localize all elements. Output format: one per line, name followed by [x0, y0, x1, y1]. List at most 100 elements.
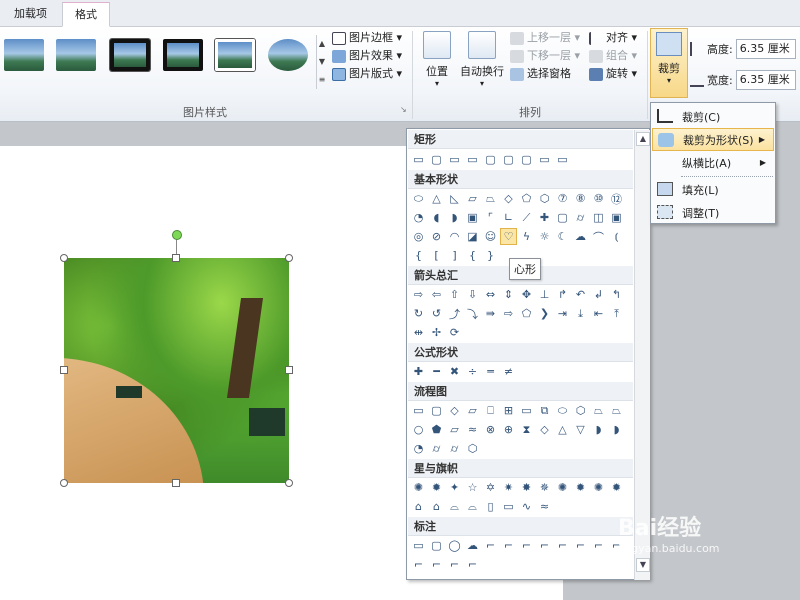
left-arrow-callout-shape[interactable]: ⇤ [590, 305, 607, 322]
picture-effects-button[interactable]: 图片效果 ▾ [332, 47, 402, 65]
triangle-shape[interactable]: △ [428, 190, 445, 207]
resize-handle[interactable] [285, 479, 293, 487]
dodecagon-shape[interactable]: ⑫ [608, 190, 625, 207]
quad-arrow-shape[interactable]: ✥ [518, 286, 535, 303]
line-callout-4-shape[interactable]: ⌐ [536, 537, 553, 554]
resize-handle[interactable] [60, 479, 68, 487]
left-brace-shape[interactable]: { [464, 247, 481, 264]
striped-right-arrow-shape[interactable]: ⇛ [482, 305, 499, 322]
chord-shape[interactable]: ◖ [428, 209, 445, 226]
resize-handle[interactable] [172, 254, 180, 262]
diagonal-stripe-shape[interactable]: ⟋ [518, 209, 535, 226]
star-4-shape[interactable]: ✦ [446, 479, 463, 496]
equal-shape[interactable]: ═ [482, 363, 499, 380]
decagon-shape[interactable]: ⑩ [590, 190, 607, 207]
punched-tape-shape[interactable]: ≈ [464, 421, 481, 438]
left-right-arrow-shape[interactable]: ⇔ [482, 286, 499, 303]
trapezoid-shape[interactable]: ⏢ [482, 190, 499, 207]
hexagon-shape[interactable]: ⬡ [536, 190, 553, 207]
rounded-callout-shape[interactable]: ▢ [428, 537, 445, 554]
chevron-shape[interactable]: ❯ [536, 305, 553, 322]
star-10-shape[interactable]: ✵ [536, 479, 553, 496]
line-callout-6-shape[interactable]: ⌐ [572, 537, 589, 554]
manual-operation-shape[interactable]: ⏢ [608, 402, 625, 419]
extract-shape[interactable]: △ [554, 421, 571, 438]
not-equal-shape[interactable]: ≠ [500, 363, 517, 380]
arc-shape[interactable]: ⌒ [590, 228, 607, 245]
double-brace-shape[interactable]: { [410, 247, 427, 264]
line-callout-7-shape[interactable]: ⌐ [590, 537, 607, 554]
card-shape[interactable]: ▱ [446, 421, 463, 438]
picture-border-button[interactable]: 图片边框 ▾ [332, 29, 402, 47]
cloud-callout-shape[interactable]: ☁ [464, 537, 481, 554]
bring-forward-button[interactable]: 上移一层 ▾ [510, 29, 580, 47]
menu-item-crop-to-shape[interactable]: 裁剪为形状(S) ▶ [652, 128, 774, 151]
star-7-shape[interactable]: ✷ [500, 479, 517, 496]
no-symbol-shape[interactable]: ⊘ [428, 228, 445, 245]
line-callout-10-shape[interactable]: ⌐ [428, 556, 445, 573]
oval-shape[interactable]: ⬭ [410, 190, 427, 207]
menu-item-fit[interactable]: 调整(T) [652, 201, 774, 224]
predefined-process-shape[interactable]: ⎕ [482, 402, 499, 419]
resize-handle[interactable] [285, 254, 293, 262]
menu-item-aspect-ratio[interactable]: 纵横比(A) ▶ [652, 151, 774, 174]
rectangle-shape[interactable]: ▭ [536, 151, 553, 168]
frame-shape[interactable]: ▣ [464, 209, 481, 226]
plus-shape[interactable]: ✚ [410, 363, 427, 380]
right-arrow-shape[interactable]: ⇨ [410, 286, 427, 303]
rounded-rectangle-shape[interactable]: ▢ [428, 151, 445, 168]
pentagon-arrow-shape[interactable]: ⬠ [518, 305, 535, 322]
line-callout-12-shape[interactable]: ⌐ [464, 556, 481, 573]
right-bracket-shape[interactable]: ] [446, 247, 463, 264]
minus-shape[interactable]: ━ [428, 363, 445, 380]
internal-storage-shape[interactable]: ⊞ [500, 402, 517, 419]
pentagon-shape[interactable]: ⬠ [518, 190, 535, 207]
star-24-shape[interactable]: ✺ [590, 479, 607, 496]
star-32-shape[interactable]: ✹ [608, 479, 625, 496]
curved-right-arrow-shape[interactable]: ↻ [410, 305, 427, 322]
star-6-shape[interactable]: ✡ [482, 479, 499, 496]
send-backward-button[interactable]: 下移一层 ▾ [510, 47, 580, 65]
cross-shape[interactable]: ✚ [536, 209, 553, 226]
donut-shape[interactable]: ◎ [410, 228, 427, 245]
parallelogram-shape[interactable]: ▱ [464, 190, 481, 207]
magnetic-disk-shape[interactable]: ⌭ [428, 440, 445, 457]
off-page-connector-shape[interactable]: ⬟ [428, 421, 445, 438]
picture-style-3[interactable] [110, 39, 150, 71]
line-callout-3-shape[interactable]: ⌐ [518, 537, 535, 554]
bent-up-arrow-shape[interactable]: ↰ [608, 286, 625, 303]
tab-addins[interactable]: 加载项 [2, 2, 59, 27]
horizontal-scroll-shape[interactable]: ▭ [500, 498, 517, 515]
star-5-shape[interactable]: ☆ [464, 479, 481, 496]
curved-down-arrow-shape[interactable]: ⤵ [464, 305, 481, 322]
heart-shape[interactable]: ♡ [500, 228, 517, 245]
heptagon-shape[interactable]: ⑦ [554, 190, 571, 207]
delay-shape[interactable]: ◗ [608, 421, 625, 438]
decision-shape[interactable]: ◇ [446, 402, 463, 419]
alternate-process-shape[interactable]: ▢ [428, 402, 445, 419]
merge-shape[interactable]: ▽ [572, 421, 589, 438]
lightning-bolt-shape[interactable]: ϟ [518, 228, 535, 245]
resize-handle[interactable] [285, 366, 293, 374]
group-button[interactable]: 组合 ▾ [589, 47, 637, 65]
cloud-shape[interactable]: ☁ [572, 228, 589, 245]
crop-button[interactable]: 裁剪 ▾ [650, 28, 688, 98]
round-rectangle-shape[interactable]: ▢ [482, 151, 499, 168]
half-frame-shape[interactable]: ⌜ [482, 209, 499, 226]
wrap-text-button[interactable]: 自动换行 ▾ [456, 31, 508, 88]
picture-layout-button[interactable]: 图片版式 ▾ [332, 65, 402, 83]
snip-rectangle-shape[interactable]: ▭ [464, 151, 481, 168]
summing-junction-shape[interactable]: ⊗ [482, 421, 499, 438]
rotate-handle[interactable] [172, 230, 182, 240]
star-16-shape[interactable]: ✹ [572, 479, 589, 496]
block-arc-shape[interactable]: ◠ [446, 228, 463, 245]
scroll-up-icon[interactable]: ▲ [636, 132, 650, 146]
rotate-button[interactable]: 旋转 ▾ [589, 65, 637, 83]
left-right-arrow-callout-shape[interactable]: ⇹ [410, 324, 427, 341]
round-rectangle-shape[interactable]: ▢ [518, 151, 535, 168]
position-button[interactable]: 位置 ▾ [414, 31, 460, 88]
double-bracket-shape[interactable]: ⦅ [608, 228, 625, 245]
cube-shape[interactable]: ◫ [590, 209, 607, 226]
curved-up-ribbon-shape[interactable]: ⌓ [446, 498, 463, 515]
collate-shape[interactable]: ⧗ [518, 421, 535, 438]
